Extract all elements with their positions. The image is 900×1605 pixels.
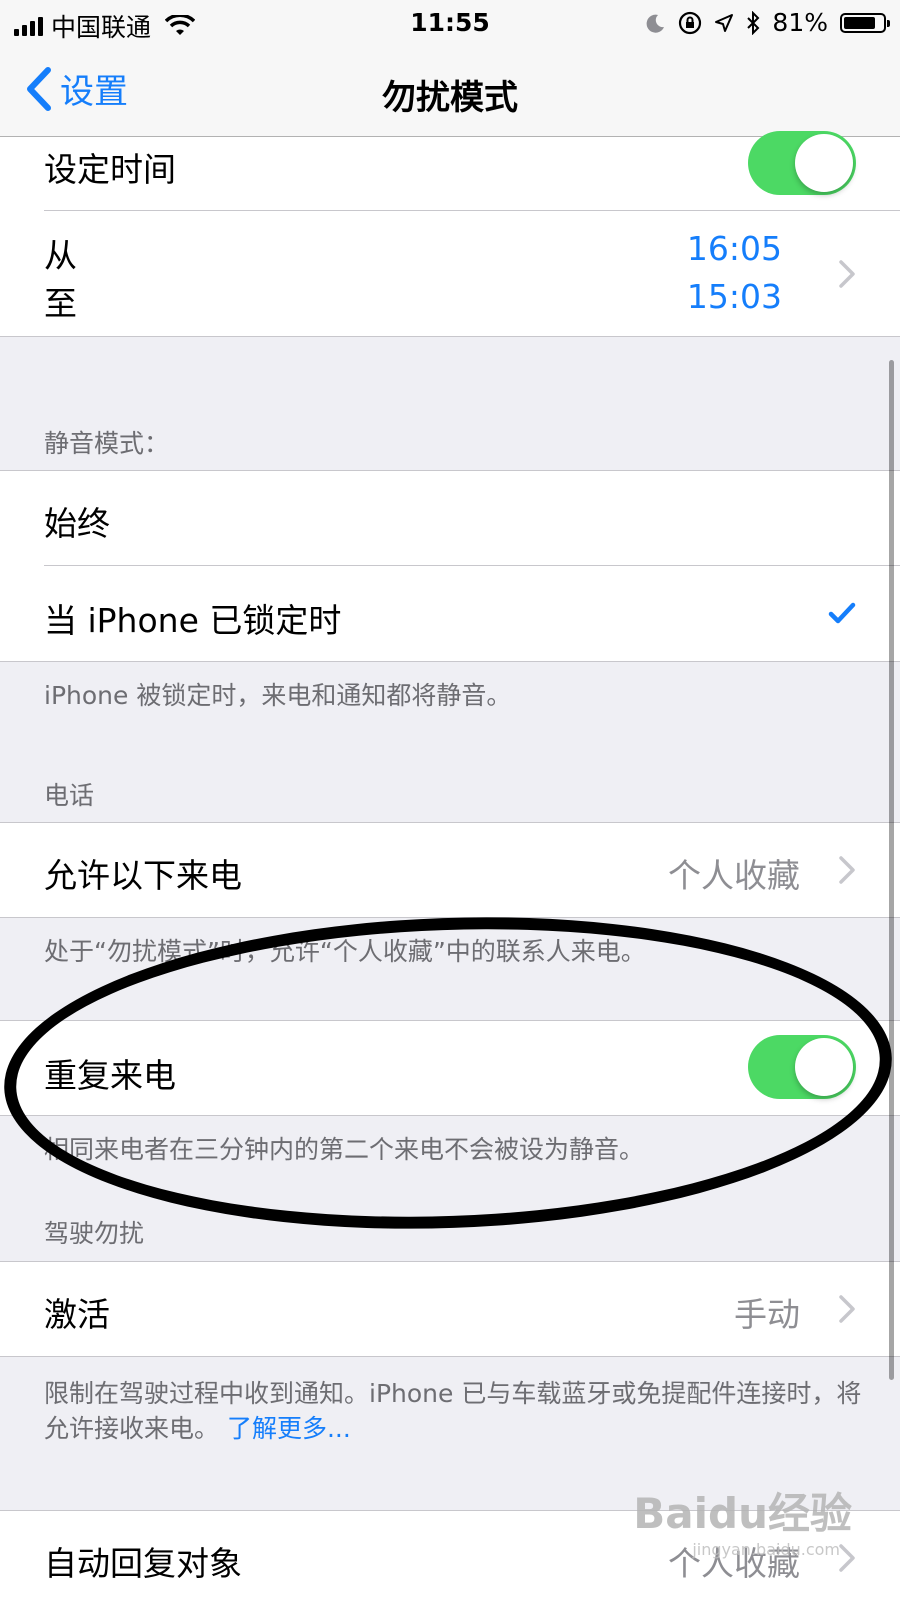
- silence-header: 静音模式：: [44, 429, 170, 458]
- to-time: 15:03: [686, 277, 782, 316]
- learn-more-link[interactable]: 了解更多...: [227, 1414, 351, 1443]
- separator: [0, 917, 900, 918]
- back-button[interactable]: 设置: [26, 64, 128, 113]
- scroll-indicator[interactable]: [889, 360, 894, 1380]
- driving-footer-text: 限制在驾驶过程中收到通知。iPhone 已与车载蓝牙或免提配件连接时，将允许接收…: [44, 1379, 862, 1443]
- back-label: 设置: [60, 72, 128, 112]
- to-label: 至: [44, 284, 77, 323]
- checkmark-icon: [828, 602, 856, 624]
- phone-header: 电话: [44, 781, 95, 810]
- status-bar: 中国联通 11:55 81%: [0, 0, 900, 46]
- from-label: 从: [44, 236, 77, 275]
- chevron-right-icon: [839, 1544, 855, 1572]
- separator: [0, 661, 900, 662]
- repeated-calls-footer: 相同来电者在三分钟内的第二个来电不会被设为静音。: [44, 1135, 645, 1164]
- activate-value: 手动: [734, 1295, 800, 1334]
- allow-calls-cell[interactable]: 允许以下来电 个人收藏: [0, 823, 900, 917]
- page-title: 勿扰模式: [382, 78, 518, 118]
- driving-header: 驾驶勿扰: [44, 1219, 145, 1248]
- activate-label: 激活: [44, 1295, 110, 1334]
- battery-icon: [840, 12, 890, 33]
- bluetooth-icon: [747, 10, 760, 35]
- battery-percent: 81%: [772, 8, 828, 37]
- allow-calls-value: 个人收藏: [668, 856, 800, 895]
- wifi-icon: [165, 15, 196, 35]
- watermark-url: jingyan.baidu.com: [692, 1540, 840, 1559]
- silence-always-option[interactable]: 始终: [0, 471, 900, 566]
- locked-label: 当 iPhone 已锁定时: [44, 601, 342, 640]
- repeated-calls-label: 重复来电: [44, 1056, 176, 1095]
- scheduled-cell: 设定时间: [0, 131, 900, 211]
- scheduled-toggle[interactable]: [748, 131, 856, 195]
- status-right: 81%: [646, 8, 890, 37]
- auto-reply-label: 自动回复对象: [44, 1544, 242, 1583]
- navigation-bar: 设置 勿扰模式: [0, 46, 900, 137]
- silence-footer: iPhone 被锁定时，来电和通知都将静音。: [44, 681, 512, 710]
- repeated-calls-cell: 重复来电: [0, 1021, 900, 1115]
- from-time: 16:05: [686, 229, 782, 268]
- separator: [0, 336, 900, 337]
- time-range-cell[interactable]: 从 至 16:05 15:03: [0, 211, 900, 336]
- orientation-lock-icon: [679, 11, 702, 34]
- chevron-right-icon: [839, 1295, 855, 1323]
- status-left: 中国联通: [14, 8, 196, 44]
- separator: [0, 1356, 900, 1357]
- allow-calls-footer: 处于“勿扰模式”时，允许“个人收藏”中的联系人来电。: [44, 937, 646, 966]
- always-label: 始终: [44, 504, 110, 543]
- moon-icon: [647, 14, 665, 33]
- chevron-right-icon: [839, 856, 855, 884]
- activate-cell[interactable]: 激活 手动: [0, 1262, 900, 1356]
- watermark-logo: Baidu经验: [633, 1489, 852, 1538]
- location-icon: [715, 13, 734, 32]
- repeated-calls-toggle[interactable]: [748, 1035, 856, 1099]
- driving-footer: 限制在驾驶过程中收到通知。iPhone 已与车载蓝牙或免提配件连接时，将允许接收…: [44, 1376, 864, 1446]
- scheduled-label: 设定时间: [44, 150, 176, 189]
- carrier-name: 中国联通: [51, 13, 152, 42]
- cellular-signal-icon: [14, 16, 43, 36]
- chevron-right-icon: [839, 260, 855, 288]
- chevron-left-icon: [27, 66, 51, 111]
- separator: [0, 1115, 900, 1116]
- allow-calls-label: 允许以下来电: [44, 856, 242, 895]
- silence-locked-option[interactable]: 当 iPhone 已锁定时: [0, 566, 900, 661]
